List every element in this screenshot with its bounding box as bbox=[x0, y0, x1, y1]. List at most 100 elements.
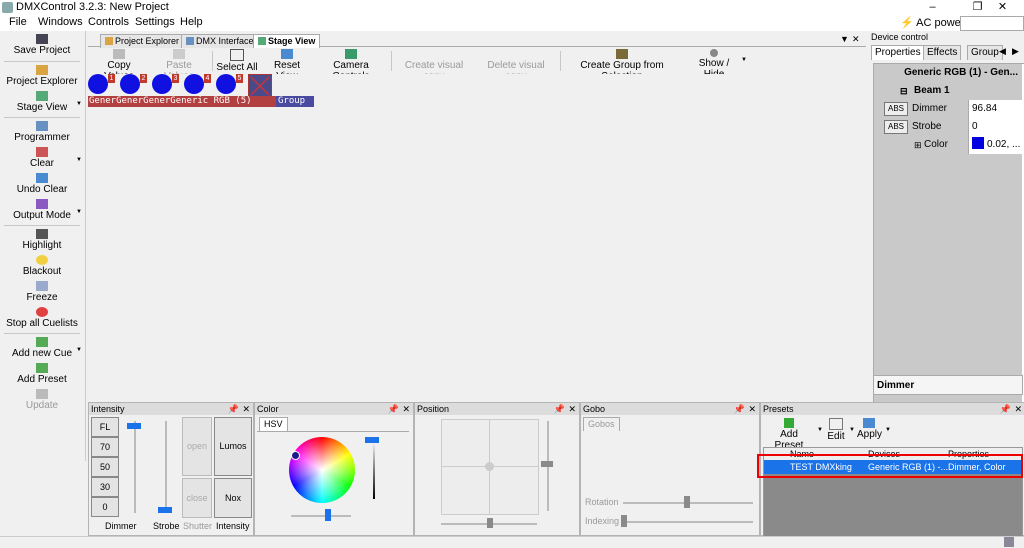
strobe-value[interactable]: 0 bbox=[968, 118, 1022, 136]
level-50-button[interactable]: 50 bbox=[91, 457, 119, 477]
level-0-button[interactable]: 0 bbox=[91, 497, 119, 517]
output-mode-button[interactable]: Output Mode ▼ bbox=[0, 199, 84, 221]
brightness-slider-thumb[interactable] bbox=[365, 437, 379, 443]
copy-values-button[interactable]: Copy Values bbox=[93, 48, 145, 82]
fixture-1[interactable] bbox=[88, 74, 108, 94]
add-preset-dropdown[interactable]: ▼ bbox=[817, 427, 823, 433]
edit-preset-button[interactable]: Edit bbox=[825, 417, 847, 443]
pin-icon[interactable]: 📌 bbox=[228, 403, 239, 415]
project-explorer-button[interactable]: Project Explorer bbox=[0, 65, 84, 87]
tab-hsv[interactable]: HSV bbox=[259, 417, 288, 431]
fixture-4[interactable] bbox=[184, 74, 204, 94]
level-30-button[interactable]: 30 bbox=[91, 477, 119, 497]
rotation-slider-thumb[interactable] bbox=[684, 496, 690, 508]
pan-tilt-pad[interactable] bbox=[441, 419, 539, 515]
property-strobe[interactable]: ABS Strobe 0 bbox=[874, 118, 1022, 136]
close-icon[interactable]: ✕ bbox=[748, 403, 756, 415]
tab-gobos[interactable]: Gobos bbox=[583, 417, 620, 431]
tab-properties[interactable]: Properties bbox=[871, 45, 925, 60]
indexing-track[interactable] bbox=[623, 521, 753, 523]
fixture-5[interactable] bbox=[216, 74, 236, 94]
menu-help[interactable]: Help bbox=[180, 16, 203, 28]
shutter-open-button[interactable]: open bbox=[182, 417, 212, 476]
close-icon[interactable]: ✕ bbox=[1014, 403, 1022, 415]
tab-effects[interactable]: Effects bbox=[923, 45, 962, 60]
stop-all-cuelists-button[interactable]: Stop all Cuelists bbox=[0, 307, 84, 329]
camera-controls-button[interactable]: Camera Controls bbox=[316, 48, 386, 82]
saturation-slider-thumb[interactable] bbox=[325, 509, 331, 521]
apply-dropdown[interactable]: ▼ bbox=[885, 427, 891, 433]
create-group-button[interactable]: Create Group from Selection bbox=[564, 48, 680, 82]
freeze-button[interactable]: Freeze bbox=[0, 281, 84, 303]
pin-icon[interactable]: 📌 bbox=[1000, 403, 1011, 415]
create-visual-copy-button[interactable]: Create visual copy bbox=[396, 48, 472, 82]
highlight-button[interactable]: Highlight bbox=[0, 229, 84, 251]
beam-header[interactable]: ⊟ Beam 1 bbox=[874, 82, 1022, 100]
programmer-button[interactable]: Programmer bbox=[0, 121, 84, 143]
color-wheel[interactable] bbox=[289, 437, 355, 503]
lumos-button[interactable]: Lumos bbox=[214, 417, 252, 476]
stage-view-canvas[interactable]: 1 2 3 4 5 GenerGenerGenerGeneric RGB (5)… bbox=[88, 74, 866, 402]
tab-dmx-interfaces[interactable]: DMX Interfaces bbox=[181, 34, 264, 48]
select-all-button[interactable]: Select All bbox=[216, 48, 258, 74]
tilt-slider-thumb[interactable] bbox=[541, 461, 553, 467]
fixture-3[interactable] bbox=[152, 74, 172, 94]
add-preset-toolbar-button[interactable]: Add Preset bbox=[765, 417, 813, 451]
close-icon[interactable]: ✕ bbox=[568, 403, 576, 415]
clear-button[interactable]: Clear ▼ bbox=[0, 147, 84, 169]
reset-view-button[interactable]: Reset View bbox=[262, 48, 312, 82]
strobe-track[interactable] bbox=[165, 421, 167, 513]
close-button[interactable]: ✕ bbox=[980, 0, 1024, 15]
position-handle[interactable] bbox=[485, 462, 494, 471]
show-hide-button[interactable]: Show / Hide bbox=[688, 48, 740, 80]
menu-controls[interactable]: Controls bbox=[88, 16, 129, 28]
saturation-track[interactable] bbox=[291, 515, 351, 517]
tab-menu-icon[interactable]: ▼ bbox=[840, 34, 849, 44]
property-color[interactable]: ⊞ Color 0.02, ... bbox=[874, 136, 1022, 154]
add-new-cue-button[interactable]: Add new Cue ▼ bbox=[0, 337, 84, 359]
brightness-track[interactable] bbox=[373, 439, 375, 499]
delete-visual-copy-button[interactable]: Delete visual copy bbox=[478, 48, 554, 82]
close-icon[interactable]: ✕ bbox=[402, 403, 410, 415]
pin-icon[interactable]: 📌 bbox=[388, 403, 399, 415]
shutter-close-button[interactable]: close bbox=[182, 478, 212, 518]
blackout-button[interactable]: Blackout bbox=[0, 255, 84, 277]
fixture-group[interactable] bbox=[248, 74, 272, 98]
tab-project-explorer[interactable]: Project Explorer bbox=[100, 34, 185, 48]
fixture-2[interactable] bbox=[120, 74, 140, 94]
level-70-button[interactable]: 70 bbox=[91, 437, 119, 457]
save-project-button[interactable]: Save Project bbox=[0, 34, 84, 56]
pin-icon[interactable]: 📌 bbox=[554, 403, 565, 415]
apply-preset-button[interactable]: Apply bbox=[857, 417, 882, 443]
minimize-button[interactable]: – bbox=[910, 0, 955, 15]
tab-scroll-right[interactable]: ▶ bbox=[1012, 46, 1019, 57]
menu-file[interactable]: File bbox=[9, 16, 27, 28]
stage-view-button[interactable]: Stage View ▼ bbox=[0, 91, 84, 113]
update-button[interactable]: Update bbox=[0, 389, 84, 411]
undo-clear-button[interactable]: Undo Clear bbox=[0, 173, 84, 195]
edit-dropdown[interactable]: ▼ bbox=[849, 427, 855, 433]
close-icon[interactable]: ✕ bbox=[242, 403, 250, 415]
tab-scroll-left[interactable]: ◀ bbox=[999, 46, 1006, 57]
strobe-slider-thumb[interactable] bbox=[158, 507, 172, 513]
indexing-slider-thumb[interactable] bbox=[621, 515, 627, 527]
paste-values-button[interactable]: Paste Values bbox=[150, 48, 208, 82]
menu-settings[interactable]: Settings bbox=[135, 16, 175, 28]
tab-close-icon[interactable]: ✕ bbox=[852, 34, 860, 45]
add-preset-button[interactable]: Add Preset bbox=[0, 363, 84, 385]
tab-stage-view[interactable]: Stage View bbox=[253, 34, 321, 48]
menu-windows[interactable]: Windows bbox=[38, 16, 83, 28]
color-picker-handle[interactable] bbox=[291, 451, 300, 460]
tab-group[interactable]: Group bbox=[967, 45, 1003, 60]
nox-button[interactable]: Nox bbox=[214, 478, 252, 518]
color-value[interactable]: 0.02, ... bbox=[968, 136, 1022, 154]
dimmer-value[interactable]: 96.84 bbox=[968, 100, 1022, 118]
ac-power-input[interactable] bbox=[960, 16, 1024, 31]
show-hide-dropdown[interactable]: ▼ bbox=[741, 57, 747, 63]
pan-slider-thumb[interactable] bbox=[487, 518, 493, 528]
dimmer-track[interactable] bbox=[134, 421, 136, 513]
property-dimmer[interactable]: ABS Dimmer 96.84 bbox=[874, 100, 1022, 118]
dimmer-slider-thumb[interactable] bbox=[127, 423, 141, 429]
pin-icon[interactable]: 📌 bbox=[734, 403, 745, 415]
level-full-button[interactable]: FL bbox=[91, 417, 119, 437]
